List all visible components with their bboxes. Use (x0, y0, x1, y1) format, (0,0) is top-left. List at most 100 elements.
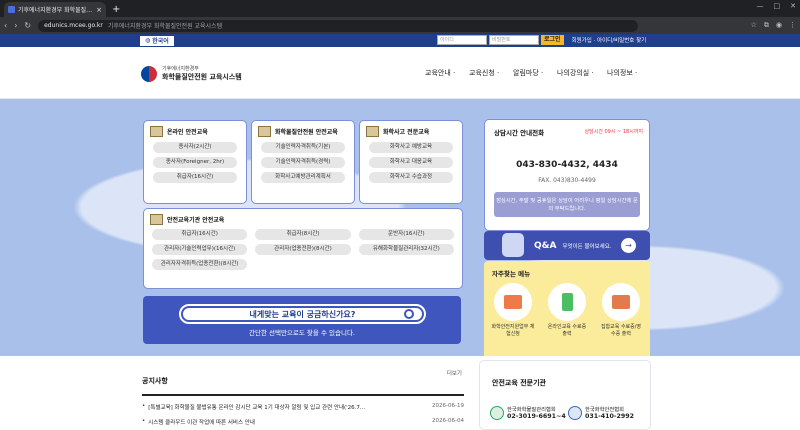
notice-text: 시스템 클라우드 이관 작업에 따른 서비스 안내 (148, 420, 255, 426)
org-phone: 031-410-2992 (585, 413, 635, 420)
frequent-menu-item[interactable]: 집합교육 수료증/영수증 출력 (599, 283, 643, 338)
nav-notice-board[interactable]: 알림마당 · (513, 68, 557, 78)
search-icon (404, 309, 414, 319)
course-finder-banner[interactable]: 내게맞는 교육이 궁금하신가요? 간단한 선택만으로도 찾을 수 있습니다. (143, 296, 461, 344)
card-institute-education: 화학물질안전원 안전교육 기술인력자격취득(기본) 기술인력자격취득(경력) 화… (251, 120, 355, 204)
nav-education-info[interactable]: 교육안내 · (425, 68, 469, 78)
card-title: 안전교육기관 안전교육 (167, 217, 225, 224)
notice-row[interactable]: • 시스템 클라우드 이관 작업에 따른 서비스 안내 2026-06-04 (142, 418, 464, 426)
login-form: 아이디 비밀번호 로그인 회원가입 · 아이디/비밀번호 찾기 (437, 35, 646, 45)
course-button[interactable]: 화학사고 대응교육 (369, 157, 453, 168)
toolbar-icons: ☆ ⧉ ◉ ⋮ (751, 21, 796, 30)
reload-icon[interactable]: ↻ (24, 21, 31, 30)
id-input[interactable]: 아이디 (437, 35, 487, 45)
extensions-icon[interactable]: ⧉ (764, 21, 769, 30)
frequent-menu: 자주찾는 메뉴 화학안전지원업무 체험신청 온라인교육 수료증 출력 집합교육 … (484, 261, 650, 369)
course-finder-title: 내게맞는 교육이 궁금하신가요? (249, 310, 356, 319)
notice-date: 2026-06-19 (432, 403, 464, 409)
card-institution-education: 안전교육기관 안전교육 취급자(16시간) 취급자(8시간) 운반자(16시간)… (143, 208, 463, 289)
frequent-menu-label: 온라인교육 수료증 출력 (547, 324, 587, 337)
language-selector[interactable]: ◍ 한국어 (140, 35, 174, 46)
partner-org[interactable]: 한국화학안전협회 031-410-2992 (568, 405, 634, 420)
org-name: 한국화학물질관리협회 (507, 407, 556, 413)
notice-divider (142, 394, 464, 396)
course-button[interactable]: 취급자(8시간) (255, 229, 351, 240)
contact-fax: FAX. 043)830-4499 (538, 177, 596, 184)
url-text: edunics.mcee.go.kr (44, 22, 103, 29)
browser-tab-bar: 기후에너지환경부 화학물질안전 × + — □ ✕ (0, 0, 800, 17)
course-button[interactable]: 취급자(16시간) (153, 172, 237, 183)
course-button[interactable]: 화학사고 수습과정 (369, 172, 453, 183)
robot-icon (502, 233, 524, 257)
tab-title: 기후에너지환경부 화학물질안전 (18, 7, 94, 14)
notice-date: 2026-06-04 (432, 418, 464, 424)
contact-title: 상담시간 안내전화 (494, 129, 545, 137)
page-title-text: 기후에너지환경부 화학물질안전원 교육시스템 (107, 23, 223, 30)
course-button[interactable]: 유해화학물질관리자(32시간) (358, 244, 454, 255)
address-bar[interactable]: edunics.mcee.go.kr 기후에너지환경부 화학물질안전원 교육시스… (38, 19, 639, 32)
menu-icon[interactable]: ⋮ (789, 21, 796, 30)
certificate-icon (366, 126, 379, 137)
bookmark-icon[interactable]: ☆ (751, 21, 757, 30)
forward-icon[interactable]: › (14, 21, 17, 30)
org-line: 기후에너지환경부 (162, 66, 199, 72)
maximize-icon[interactable]: □ (774, 2, 781, 10)
contact-phone: 043-830-4432, 4434 (516, 160, 618, 170)
card-online-education: 온라인 안전교육 종사자(2시간) 종사자(Foreigner, 2hr) 취급… (143, 120, 247, 204)
tab-close-icon[interactable]: × (96, 6, 102, 14)
contact-card: 상담시간 안내전화 상담시간 09시 ~ 18시까지 043-830-4432,… (484, 119, 650, 231)
frequent-menu-item[interactable]: 화학안전지원업무 체험신청 (491, 283, 535, 338)
course-button[interactable]: 종사자(Foreigner, 2hr) (153, 157, 237, 168)
browser-toolbar: ‹ › ↻ edunics.mcee.go.kr 기후에너지환경부 화학물질안전… (0, 17, 800, 34)
card-title: 화학물질안전원 안전교육 (275, 129, 338, 136)
org-name: 한국화학안전협회 (585, 407, 624, 413)
qna-banner[interactable]: Q&A 무엇이든 물어보세요. → (484, 231, 650, 260)
course-button[interactable]: 관리자(기술인력업무)(16시간) (152, 244, 248, 255)
main-visual: 온라인 안전교육 종사자(2시간) 종사자(Foreigner, 2hr) 취급… (0, 99, 800, 369)
nav-my-classroom[interactable]: 나의강의실 · (557, 68, 607, 78)
profile-icon[interactable]: ◉ (776, 21, 782, 30)
frequent-menu-item[interactable]: 온라인교육 수료증 출력 (545, 283, 589, 338)
arrow-right-icon[interactable]: → (621, 238, 636, 253)
notice-row[interactable]: • [특별교육] 화학물질 불법유통 온라인 감시단 교육 1기 대상자 알림 … (142, 403, 464, 411)
course-button[interactable]: 관리자(업종전환)(8시간) (255, 244, 351, 255)
minimize-icon[interactable]: — (757, 2, 764, 10)
site-name: 화학물질안전원 교육시스템 (162, 73, 242, 81)
certificate-icon (258, 126, 271, 137)
course-button[interactable]: 운반자(16시간) (358, 229, 454, 240)
new-tab-button[interactable]: + (112, 2, 120, 17)
course-finder-subtitle: 간단한 선택만으로도 찾을 수 있습니다. (248, 329, 355, 337)
certificate-icon (150, 214, 163, 225)
course-button[interactable]: 관리자자격취득(업종전환)(8시간) (152, 259, 248, 270)
partner-orgs-title: 안전교육 전문기관 (492, 379, 546, 387)
nav-my-info[interactable]: 나의정보 · (607, 68, 651, 78)
partner-org[interactable]: 한국화학물질관리협회 02-3019-6691~4 (490, 405, 566, 420)
course-finder-box[interactable]: 내게맞는 교육이 궁금하신가요? (179, 304, 426, 324)
course-button[interactable]: 종사자(2시간) (153, 142, 237, 153)
site-logo[interactable]: 기후에너지환경부 화학물질안전원 교육시스템 (141, 65, 242, 82)
phone-certificate-icon (561, 293, 573, 311)
qna-title: Q&A (534, 240, 557, 251)
course-button[interactable]: 취급자(16시간) (152, 229, 248, 240)
card-title: 온라인 안전교육 (167, 129, 208, 136)
course-button[interactable]: 기술인력자격취득(경력) (261, 157, 345, 168)
password-input[interactable]: 비밀번호 (489, 35, 539, 45)
browser-tab[interactable]: 기후에너지환경부 화학물질안전 × (4, 2, 106, 17)
site-top-strip: ◍ 한국어 아이디 비밀번호 로그인 회원가입 · 아이디/비밀번호 찾기 (0, 34, 800, 47)
back-icon[interactable]: ‹ (4, 21, 7, 30)
close-window-icon[interactable]: ✕ (790, 2, 796, 10)
account-links[interactable]: 회원가입 · 아이디/비밀번호 찾기 (572, 36, 647, 44)
course-button[interactable]: 화학사고예방관리계획서 (261, 172, 345, 183)
contact-note: 점심시간, 주말 및 공휴일은 상담이 어려우니 평일 상담시간에 문의 부탁드… (494, 192, 640, 217)
notice-board: 공지사항 더보기 • [특별교육] 화학물질 불법유통 온라인 감시단 교육 1… (142, 368, 464, 426)
course-button[interactable]: 기술인력자격취득(기본) (261, 142, 345, 153)
notice-more-link[interactable]: 더보기 (447, 369, 462, 377)
notice-title: 공지사항 (142, 377, 168, 385)
favicon-icon (8, 6, 15, 13)
notice-text: [특별교육] 화학물질 불법유통 온라인 감시단 교육 1기 대상자 알림 및 … (148, 405, 366, 411)
card-accident-education: 화학사고 전문교육 화학사고 예방교육 화학사고 대응교육 화학사고 수습과정 (359, 120, 463, 204)
bottom-section: 공지사항 더보기 • [특별교육] 화학물질 불법유통 온라인 감시단 교육 1… (0, 356, 800, 430)
course-button[interactable]: 화학사고 예방교육 (369, 142, 453, 153)
nav-education-apply[interactable]: 교육신청 · (469, 68, 513, 78)
login-button[interactable]: 로그인 (541, 35, 564, 45)
